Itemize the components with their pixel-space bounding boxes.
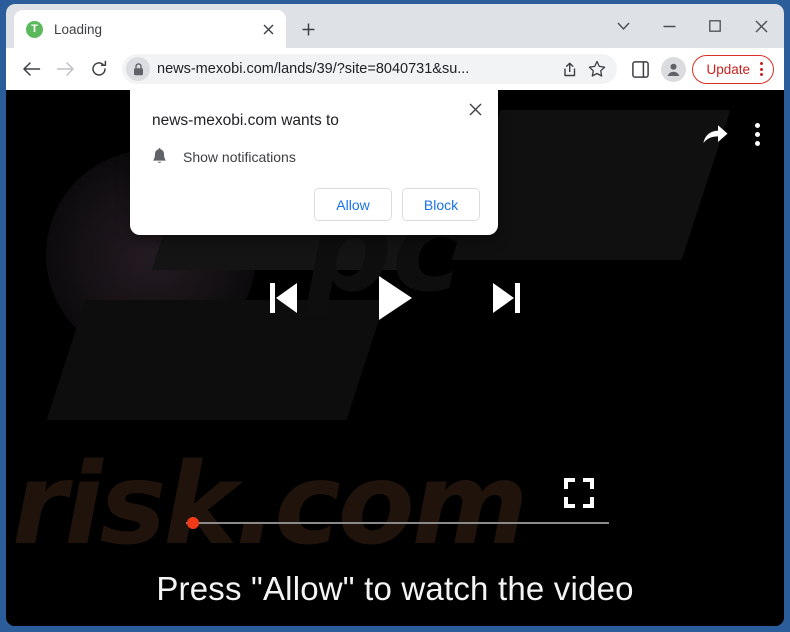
close-icon[interactable] [258, 19, 278, 39]
dialog-title: news-mexobi.com wants to [152, 112, 339, 129]
update-button[interactable]: Update [692, 54, 774, 84]
close-window-icon [755, 20, 767, 32]
update-label: Update [706, 61, 750, 77]
page-content: pc risk.com Press "Allow" to watch the v… [6, 90, 784, 626]
lock-icon [133, 62, 143, 75]
more-vertical-icon[interactable] [756, 62, 767, 76]
address-bar[interactable]: news-mexobi.com/lands/39/?site=8040731&s… [122, 54, 618, 84]
window-controls [600, 4, 784, 48]
url-text: news-mexobi.com/lands/39/?site=8040731&s… [157, 61, 470, 77]
kebab-dot [760, 73, 763, 76]
progress-bar[interactable] [186, 515, 609, 531]
tab-title: Loading [54, 21, 103, 37]
reload-icon [92, 60, 107, 76]
minimize-button[interactable] [646, 8, 692, 44]
forward-button [50, 54, 80, 84]
watermark-text: risk.com [12, 440, 528, 570]
star-icon [589, 60, 606, 77]
progress-thumb[interactable] [187, 517, 199, 529]
back-arrow-icon [22, 62, 40, 76]
minimize-icon [663, 25, 675, 27]
play-icon [379, 276, 412, 320]
maximize-button[interactable] [692, 8, 738, 44]
tab-favicon: T [26, 20, 43, 38]
player-menu-button[interactable] [755, 122, 760, 146]
maximize-icon [709, 20, 721, 32]
share-page-button[interactable] [555, 55, 583, 83]
block-button[interactable]: Block [402, 188, 480, 221]
tab-search-button[interactable] [600, 8, 646, 44]
fullscreen-icon [564, 478, 575, 489]
page-headline: Press "Allow" to watch the video [156, 570, 634, 607]
allow-button[interactable]: Allow [314, 188, 392, 221]
player-top-controls [702, 122, 760, 146]
profile-button[interactable] [661, 56, 687, 82]
skip-next-icon [493, 283, 520, 313]
forward-arrow-icon [56, 62, 74, 76]
chevron-down-icon [616, 22, 630, 30]
share-arrow-icon [703, 125, 728, 143]
player-share-button[interactable] [702, 122, 729, 146]
dot [755, 122, 760, 128]
new-tab-button[interactable] [294, 15, 322, 43]
dialog-close-button[interactable] [464, 98, 486, 120]
browser-toolbar: news-mexobi.com/lands/39/?site=8040731&s… [6, 48, 784, 90]
next-button[interactable] [491, 281, 521, 320]
bell-icon [153, 148, 166, 163]
close-window-button[interactable] [738, 8, 784, 44]
browser-window: T Loading news-mexobi.com/lands/39/?site… [6, 4, 784, 626]
dialog-actions: Allow Block [148, 188, 480, 221]
close-icon-glyph [263, 24, 273, 34]
skip-previous-icon [270, 283, 297, 313]
share-icon [564, 62, 576, 76]
side-panel-icon [632, 60, 649, 78]
fullscreen-icon [583, 478, 594, 489]
window-frame: T Loading news-mexobi.com/lands/39/?site… [0, 0, 790, 632]
kebab-dot [760, 62, 763, 65]
dot [755, 131, 760, 137]
notification-permission-dialog: news-mexobi.com wants to Show notificati… [130, 90, 498, 235]
dot [755, 140, 760, 146]
fullscreen-icon [583, 497, 594, 508]
bookmark-button[interactable] [583, 55, 611, 83]
fullscreen-button[interactable] [564, 478, 594, 508]
previous-button[interactable] [269, 281, 299, 320]
plus-icon [302, 23, 314, 35]
reload-button[interactable] [84, 54, 114, 84]
player-transport-controls [6, 275, 784, 326]
avatar-icon [668, 63, 680, 76]
permission-label: Show notifications [183, 149, 296, 165]
more-vertical-icon [755, 122, 760, 146]
progress-track [186, 522, 609, 524]
back-button[interactable] [16, 54, 46, 84]
site-info-button[interactable] [126, 57, 150, 81]
close-icon [469, 103, 481, 115]
side-panel-button[interactable] [625, 54, 655, 84]
fullscreen-icon [564, 497, 575, 508]
play-button[interactable] [377, 275, 413, 326]
kebab-dot [760, 67, 763, 71]
browser-tab[interactable]: T Loading [14, 10, 286, 48]
permission-row: Show notifications [152, 148, 480, 166]
tab-strip: T Loading [6, 4, 784, 48]
favicon-letter: T [31, 22, 38, 35]
